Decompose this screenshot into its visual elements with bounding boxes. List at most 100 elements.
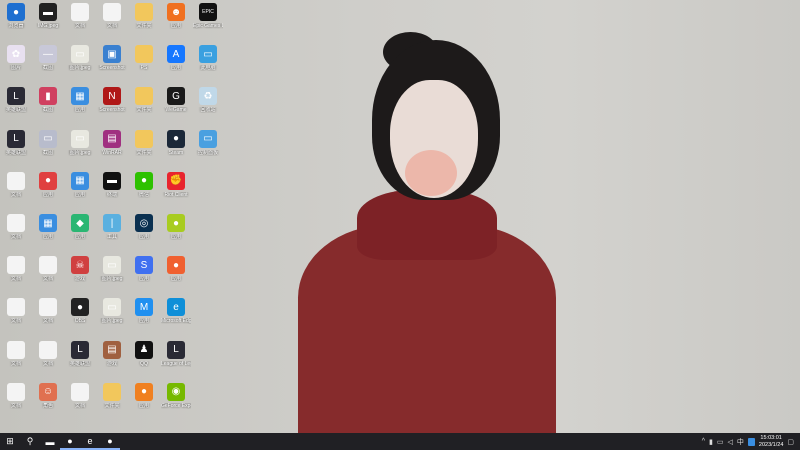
desktop-icon[interactable]: ☺ 角色 <box>33 382 63 423</box>
desktop-icon-label: 图片.jpeg <box>101 318 123 325</box>
app-icon: ▭ <box>71 45 89 64</box>
desktop-icon[interactable]: ● 微信 <box>129 171 159 212</box>
desktop-icon[interactable]: 文档 <box>33 340 63 381</box>
app-icon <box>103 382 121 401</box>
desktop-icon[interactable]: ● 浏览器 <box>1 3 31 43</box>
desktop-icon[interactable]: ▤ WinRAR <box>97 129 127 170</box>
desktop-icon[interactable]: ▮ 截图 <box>33 87 63 127</box>
input-method-icon[interactable]: 中 <box>737 437 744 447</box>
desktop-icon-label: 应用 <box>170 276 181 283</box>
desktop-icon-label: 应用 <box>74 107 85 114</box>
desktop-icon[interactable]: ▭ 此电脑 <box>193 45 223 85</box>
desktop-icon[interactable]: LLeague of Legends <box>161 340 191 381</box>
desktop-icon[interactable]: ◆ 应用 <box>65 214 95 254</box>
desktop-icon[interactable]: ☠ 游戏 <box>65 256 95 296</box>
desktop-icon[interactable]: ● Steam <box>161 129 191 170</box>
taskbar-start-icon[interactable]: ⊞ <box>0 433 20 450</box>
desktop-icon[interactable]: ▬ 终端 <box>97 171 127 212</box>
volume-icon[interactable]: ◁ <box>728 438 733 446</box>
desktop-icon[interactable]: ▣ Screenshot <box>97 45 127 85</box>
desktop-icon[interactable]: ● 应用 <box>161 256 191 296</box>
network-icon[interactable]: ▭ <box>717 438 724 446</box>
desktop-icon[interactable]: L 英雄联盟 <box>65 340 95 381</box>
desktop-icon[interactable]: ▦ 应用 <box>65 171 95 212</box>
taskbar-obs-icon[interactable]: ● <box>100 433 120 450</box>
app-tray-icon[interactable] <box>747 437 755 446</box>
desktop-icon[interactable]: — 截图 <box>33 45 63 85</box>
desktop-icon[interactable]: ▬ IMG.jpeg <box>33 3 63 43</box>
desktop-icon[interactable]: ▦ 应用 <box>65 87 95 127</box>
desktop-icon[interactable]: S 应用 <box>129 256 159 296</box>
wallpaper-figure-collar <box>357 190 497 260</box>
desktop-icon[interactable]: ▦ 应用 <box>33 214 63 254</box>
desktop-icon[interactable]: L 英雄联盟 <box>1 87 31 127</box>
desktop-icon[interactable]: 文档 <box>97 3 127 43</box>
desktop-icon[interactable]: ▭ 控制面板 <box>193 129 223 170</box>
desktop-icon[interactable]: M 应用 <box>129 298 159 338</box>
desktop-icon[interactable]: ● 应用 <box>129 382 159 423</box>
app-icon: ● <box>71 298 89 317</box>
desktop-icon[interactable]: 文件夹 <box>129 129 159 170</box>
desktop-icon[interactable]: ✿ 图片 <box>1 45 31 85</box>
desktop-icon[interactable]: 文档 <box>65 382 95 423</box>
desktop-icon[interactable]: ▭ 图片.jpeg <box>65 45 95 85</box>
app-icon: ▭ <box>103 298 121 317</box>
notification-icon[interactable]: ▢ <box>787 438 794 446</box>
desktop-icon[interactable]: A 应用 <box>161 45 191 85</box>
desktop-icon[interactable]: N Screenshot <box>97 87 127 127</box>
taskbar-edge-icon[interactable]: e <box>80 433 100 450</box>
desktop-icon[interactable]: G WeGame <box>161 87 191 127</box>
desktop-icon[interactable]: 文档 <box>1 382 31 423</box>
app-icon: | <box>103 214 121 232</box>
desktop-icon[interactable]: ● 应用 <box>33 171 63 212</box>
desktop-icon[interactable]: | 工具 <box>97 214 127 254</box>
desktop-icon[interactable]: ☻ 应用 <box>161 3 191 43</box>
microphone-icon[interactable]: ▮ <box>709 438 713 446</box>
desktop-icon-label: 文档 <box>10 360 21 367</box>
taskbar-search-icon[interactable]: ⚲ <box>20 433 40 450</box>
desktop-icon[interactable]: 文档 <box>33 256 63 296</box>
app-icon: ● <box>135 171 153 190</box>
desktop-icon-label: 应用 <box>170 23 181 29</box>
desktop-icon[interactable]: ▭ 图片.jpeg <box>65 129 95 170</box>
desktop-icon[interactable]: ◉GeForce Experience <box>161 382 191 423</box>
desktop-icon[interactable]: ◎ 应用 <box>129 214 159 254</box>
clock[interactable]: 15:03:01 2023/1/24 <box>759 435 783 449</box>
tray-chevron-icon[interactable]: ^ <box>702 438 705 445</box>
desktop-icon[interactable]: ▭ 图片.jpeg <box>97 256 127 296</box>
taskbar-file-explorer-icon[interactable]: ▬ <box>40 433 60 450</box>
desktop-icon[interactable]: ● OBS <box>65 298 95 338</box>
desktop-icon[interactable]: ▭ 图片.jpeg <box>97 298 127 338</box>
desktop-icon[interactable]: 文档 <box>1 171 31 212</box>
desktop-icon[interactable]: ✊ Riot Client <box>161 171 191 212</box>
desktop-icon[interactable]: eMicrosoft Edge <box>161 298 191 338</box>
taskbar-steam-icon[interactable]: ● <box>60 433 80 450</box>
desktop-icon[interactable]: ▭ 截图 <box>33 129 63 170</box>
app-icon: ▭ <box>71 129 89 148</box>
desktop-icon[interactable]: ▤ 游戏 <box>97 340 127 381</box>
desktop-icon-label: 文档 <box>42 360 53 367</box>
desktop-icon[interactable]: 文档 <box>65 3 95 43</box>
desktop-icon[interactable]: 文档 <box>1 214 31 254</box>
desktop-icon[interactable]: 文件夹 <box>129 87 159 127</box>
desktop-icon-label: 文档 <box>42 318 53 325</box>
desktop-icon[interactable]: 文档 <box>33 298 63 338</box>
desktop-icon[interactable]: L 英雄联盟 <box>1 129 31 170</box>
desktop-icon[interactable]: 文件夹 <box>129 3 159 43</box>
desktop-icon[interactable]: ♻ 回收站 <box>193 87 223 127</box>
desktop-icon[interactable]: PS <box>129 45 159 85</box>
desktop-icon-label: PS <box>140 65 148 72</box>
app-icon: S <box>135 256 153 275</box>
desktop-icon-label: 微信 <box>138 191 149 198</box>
desktop-icon-label: 截图 <box>42 149 53 156</box>
app-icon <box>39 340 57 359</box>
desktop-icon[interactable]: EPIC Epic Games Launcher <box>193 3 223 43</box>
desktop-icon[interactable]: 文件夹 <box>97 382 127 423</box>
desktop-icon[interactable]: 文档 <box>1 256 31 296</box>
desktop-icon[interactable]: 文档 <box>1 298 31 338</box>
desktop-icon[interactable]: 文档 <box>1 340 31 381</box>
desktop-icon-label: 应用 <box>138 276 149 283</box>
desktop-icon[interactable]: ● 应用 <box>161 214 191 254</box>
app-icon: ◉ <box>167 382 185 401</box>
desktop-icon[interactable]: ♟ QQ <box>129 340 159 381</box>
